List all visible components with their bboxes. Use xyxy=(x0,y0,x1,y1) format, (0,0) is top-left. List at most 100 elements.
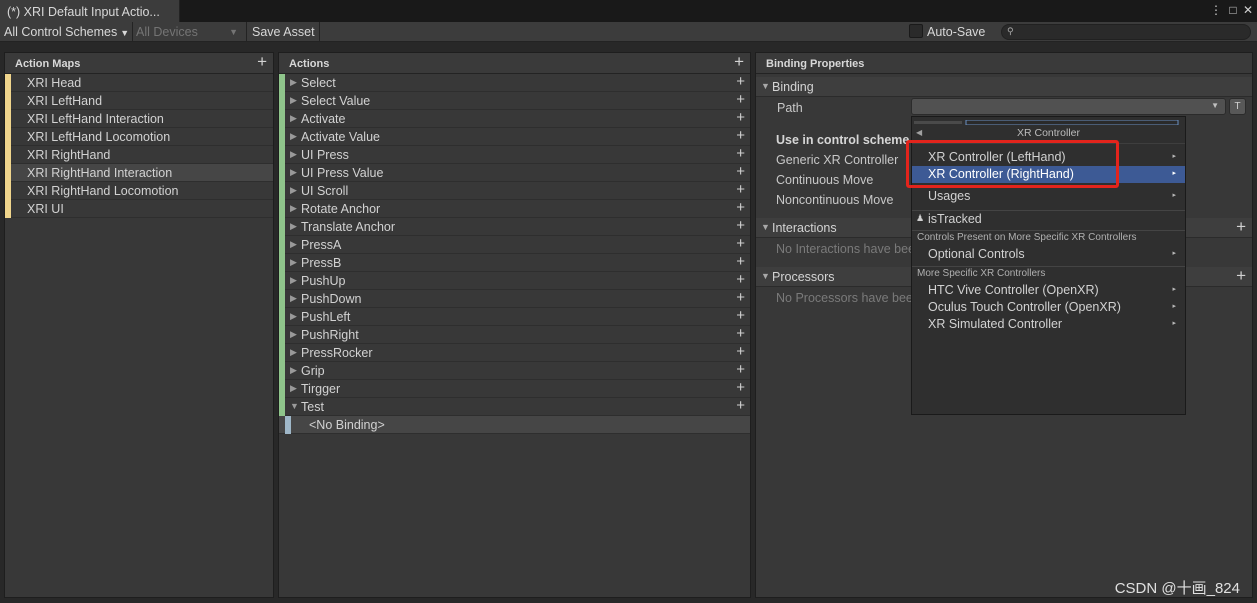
action-color-bar xyxy=(279,182,285,200)
dropdown-item-usages[interactable]: Usages ▸ xyxy=(912,188,1185,205)
dropdown-item-oculus-touch-controller[interactable]: Oculus Touch Controller (OpenXR) ▸ xyxy=(912,299,1185,316)
action-row[interactable]: ▼ Test + xyxy=(279,397,750,416)
action-maps-header: Action Maps + xyxy=(5,53,273,74)
triangle-left-icon[interactable]: ◀ xyxy=(916,128,922,137)
add-binding-icon[interactable]: + xyxy=(736,343,745,360)
devices-dropdown[interactable]: All Devices ▼ xyxy=(132,22,244,42)
triangle-right-icon[interactable]: ▶ xyxy=(290,275,297,286)
window-tab[interactable]: (*) XRI Default Input Actio... xyxy=(0,0,180,24)
close-icon[interactable]: ✕ xyxy=(1241,3,1255,17)
scheme-generic-xr-controller[interactable]: Generic XR Controller xyxy=(776,153,898,167)
action-row[interactable]: ▶ Tirgger + xyxy=(279,379,750,398)
action-row[interactable]: ▶ Translate Anchor + xyxy=(279,217,750,236)
action-row[interactable]: ▶ Rotate Anchor + xyxy=(279,199,750,218)
binding-row[interactable]: <No Binding> xyxy=(279,416,750,434)
action-row[interactable]: ▶ Select + xyxy=(279,73,750,92)
action-map-row[interactable]: XRI RightHand Interaction xyxy=(5,164,273,182)
add-binding-icon[interactable]: + xyxy=(736,127,745,144)
action-row[interactable]: ▶ PressA + xyxy=(279,235,750,254)
add-binding-icon[interactable]: + xyxy=(736,361,745,378)
add-binding-icon[interactable]: + xyxy=(736,271,745,288)
triangle-right-icon[interactable]: ▶ xyxy=(290,131,297,142)
add-binding-icon[interactable]: + xyxy=(736,145,745,162)
triangle-right-icon[interactable]: ▶ xyxy=(290,95,297,106)
action-row[interactable]: ▶ UI Scroll + xyxy=(279,181,750,200)
save-asset-button[interactable]: Save Asset xyxy=(248,22,319,42)
dropdown-item-optional-controls[interactable]: Optional Controls ▸ xyxy=(912,246,1185,263)
action-map-row[interactable]: XRI LeftHand xyxy=(5,92,273,110)
triangle-right-icon[interactable]: ▶ xyxy=(290,257,297,268)
action-map-row[interactable]: XRI RightHand Locomotion xyxy=(5,182,273,200)
dropdown-item-htc-vive-controller[interactable]: HTC Vive Controller (OpenXR) ▸ xyxy=(912,282,1185,299)
dropdown-item-istracked[interactable]: ♟ isTracked xyxy=(912,210,1185,227)
action-map-row[interactable]: XRI RightHand xyxy=(5,146,273,164)
add-binding-icon[interactable]: + xyxy=(736,397,745,414)
triangle-right-icon[interactable]: ▶ xyxy=(290,239,297,250)
triangle-right-icon[interactable]: ▶ xyxy=(290,293,297,304)
action-row[interactable]: ▶ PushLeft + xyxy=(279,307,750,326)
action-row[interactable]: ▶ PressRocker + xyxy=(279,343,750,362)
add-binding-icon[interactable]: + xyxy=(736,289,745,306)
triangle-right-icon[interactable]: ▶ xyxy=(290,329,297,340)
triangle-right-icon[interactable]: ▶ xyxy=(290,311,297,322)
triangle-right-icon[interactable]: ▶ xyxy=(290,365,297,376)
add-binding-icon[interactable]: + xyxy=(736,91,745,108)
add-action-icon[interactable]: + xyxy=(734,53,744,71)
maximize-icon[interactable]: □ xyxy=(1226,3,1240,17)
path-field[interactable]: ▼ xyxy=(911,98,1226,115)
kebab-menu-icon[interactable]: ⋮ xyxy=(1209,3,1223,17)
devices-label: All Devices xyxy=(136,25,198,39)
triangle-right-icon[interactable]: ▶ xyxy=(290,113,297,124)
control-schemes-dropdown[interactable]: All Control Schemes ▼ xyxy=(0,22,133,42)
search-input[interactable]: ⚲ xyxy=(1001,24,1251,40)
action-maps-list: XRI Head XRI LeftHand XRI LeftHand Interac… xyxy=(5,74,273,218)
action-map-label: XRI Head xyxy=(27,76,82,90)
action-map-row[interactable]: XRI LeftHand Interaction xyxy=(5,110,273,128)
triangle-right-icon[interactable]: ▶ xyxy=(290,77,297,88)
text-mode-button[interactable]: T xyxy=(1229,98,1246,115)
triangle-right-icon[interactable]: ▶ xyxy=(290,185,297,196)
triangle-right-icon[interactable]: ▶ xyxy=(290,203,297,214)
action-map-color-bar xyxy=(5,110,11,128)
add-binding-icon[interactable]: + xyxy=(736,325,745,342)
triangle-down-icon[interactable]: ▼ xyxy=(290,401,299,411)
add-binding-icon[interactable]: + xyxy=(736,163,745,180)
add-binding-icon[interactable]: + xyxy=(736,73,745,90)
scheme-noncontinuous-move[interactable]: Noncontinuous Move xyxy=(776,193,893,207)
action-row[interactable]: ▶ Select Value + xyxy=(279,91,750,110)
action-map-label: XRI LeftHand Interaction xyxy=(27,112,164,126)
add-binding-icon[interactable]: + xyxy=(736,253,745,270)
action-row[interactable]: ▶ PushUp + xyxy=(279,271,750,290)
add-binding-icon[interactable]: + xyxy=(736,109,745,126)
dropdown-item-xr-simulated-controller[interactable]: XR Simulated Controller ▸ xyxy=(912,316,1185,333)
add-binding-icon[interactable]: + xyxy=(736,199,745,216)
scheme-continuous-move[interactable]: Continuous Move xyxy=(776,173,873,187)
add-binding-icon[interactable]: + xyxy=(736,235,745,252)
triangle-right-icon[interactable]: ▶ xyxy=(290,167,297,178)
add-binding-icon[interactable]: + xyxy=(736,379,745,396)
auto-save-checkbox[interactable] xyxy=(909,24,923,38)
action-row[interactable]: ▶ Grip + xyxy=(279,361,750,380)
triangle-right-icon[interactable]: ▶ xyxy=(290,149,297,160)
action-row[interactable]: ▶ PushRight + xyxy=(279,325,750,344)
add-action-map-icon[interactable]: + xyxy=(257,53,267,71)
action-row[interactable]: ▶ Activate + xyxy=(279,109,750,128)
add-binding-icon[interactable]: + xyxy=(736,181,745,198)
triangle-right-icon[interactable]: ▶ xyxy=(290,221,297,232)
triangle-right-icon[interactable]: ▶ xyxy=(290,383,297,394)
action-row[interactable]: ▶ PressB + xyxy=(279,253,750,272)
add-binding-icon[interactable]: + xyxy=(736,217,745,234)
add-interaction-icon[interactable]: + xyxy=(1236,218,1246,236)
action-row[interactable]: ▶ PushDown + xyxy=(279,289,750,308)
action-row[interactable]: ▶ Activate Value + xyxy=(279,127,750,146)
action-map-row[interactable]: XRI Head xyxy=(5,74,273,92)
action-row[interactable]: ▶ UI Press Value + xyxy=(279,163,750,182)
add-binding-icon[interactable]: + xyxy=(736,307,745,324)
triangle-right-icon[interactable]: ▶ xyxy=(290,347,297,358)
action-row[interactable]: ▶ UI Press + xyxy=(279,145,750,164)
action-map-row[interactable]: XRI LeftHand Locomotion xyxy=(5,128,273,146)
binding-section[interactable]: ▼ Binding xyxy=(756,77,1252,97)
add-processor-icon[interactable]: + xyxy=(1236,267,1246,285)
action-map-row[interactable]: XRI UI xyxy=(5,200,273,218)
action-map-color-bar xyxy=(5,146,11,164)
